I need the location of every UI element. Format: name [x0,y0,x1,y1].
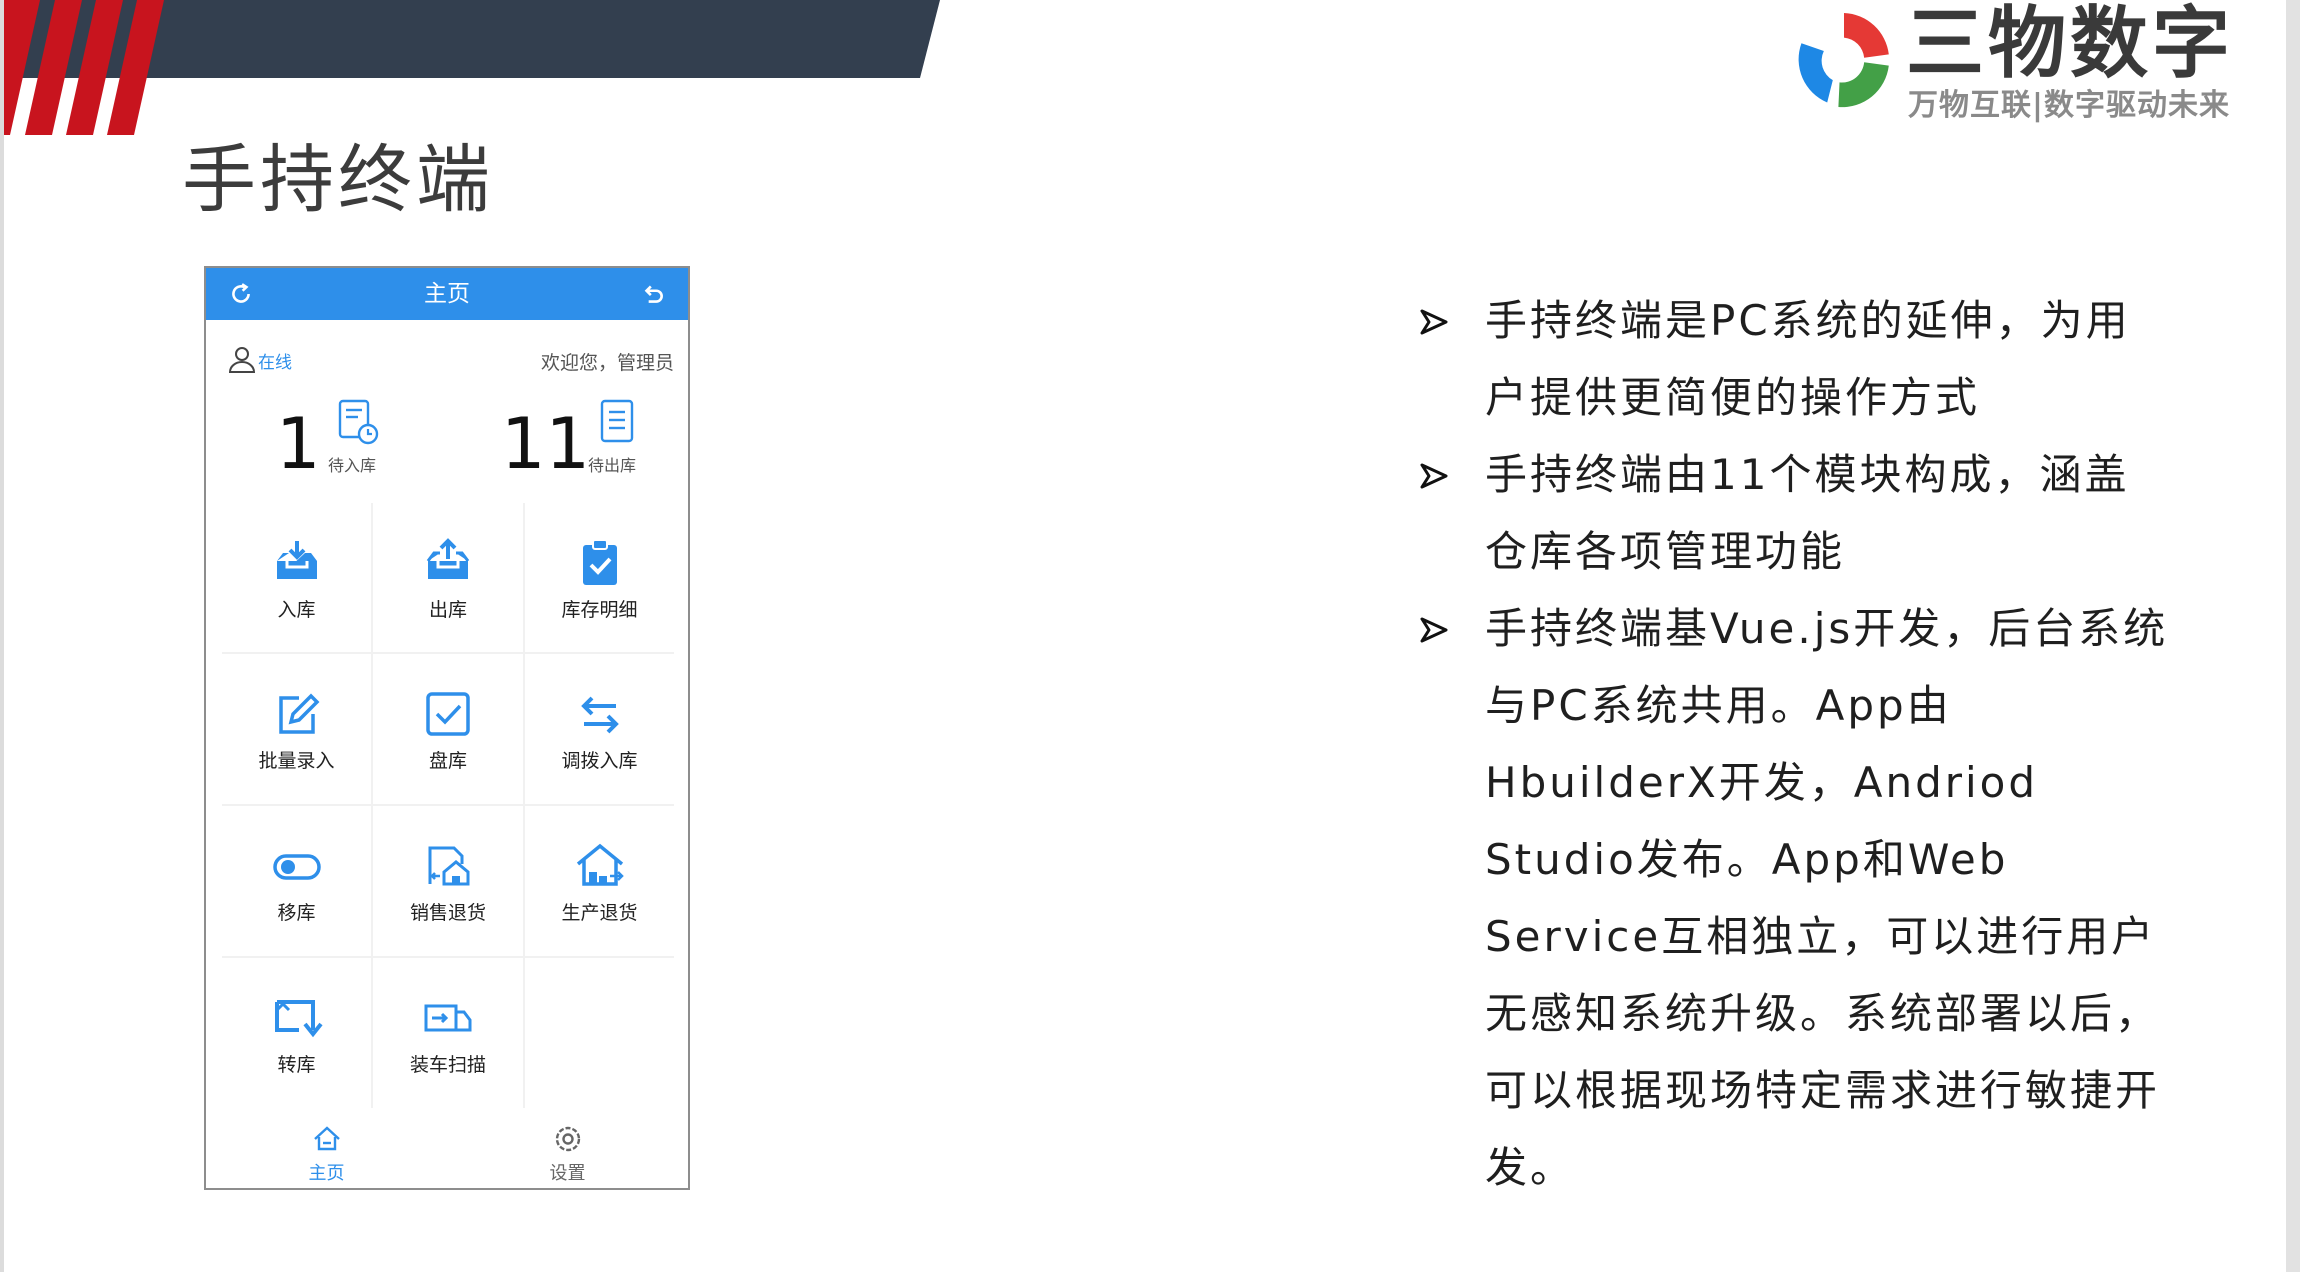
module-label: 转库 [277,1054,316,1076]
module-label: 调拨入库 [561,750,638,772]
module-warehouse-transfer[interactable]: 转库 [222,958,371,1108]
logo-swirl-icon [1798,12,1889,108]
module-label: 销售退货 [409,902,486,924]
bullet-list: 手持终端是PC系统的延伸，为用户提供更简便的操作方式 手持终端由11个模块构成，… [1410,282,2170,1206]
edit-icon [278,693,319,734]
checkbox-icon [426,692,470,736]
module-production-return[interactable]: 生产退货 [525,806,674,956]
bullet-text: 手持终端基Vue.js开发，后台系统与PC系统共用。App由HbuilderX开… [1485,604,2169,1192]
module-transfer-inbound[interactable]: 调拨入库 [525,654,674,804]
module-label: 生产退货 [561,902,638,924]
phone-header-title: 主页 [424,281,470,307]
clipboard-check-icon [582,539,617,585]
phone-header: 主页 [206,268,688,320]
top-banner [0,0,940,135]
outbound-doc-icon [600,399,634,443]
online-status: 在线 [258,353,292,373]
module-grid: 入库 出库 库存明细 批量录入 盘库 调拨入库 移库 销售退货 生产退货 转库 … [222,503,674,1108]
module-inbound[interactable]: 入库 [222,503,371,652]
pending-outbound-label: 待出库 [588,456,637,475]
module-label: 入库 [277,599,316,621]
production-return-icon [576,843,624,886]
module-batch-entry[interactable]: 批量录入 [222,654,371,804]
nav-home-label: 主页 [308,1163,345,1184]
toggle-icon [272,854,321,880]
module-label: 移库 [277,902,316,924]
bullet-item: 手持终端由11个模块构成，涵盖仓库各项管理功能 [1410,436,2170,590]
truck-scan-icon [424,1004,472,1032]
slide-left-edge [0,0,4,1272]
window-right-edge [2286,0,2300,1272]
module-sales-return[interactable]: 销售退货 [373,806,523,956]
bullet-text: 手持终端是PC系统的延伸，为用户提供更简便的操作方式 [1485,296,2131,422]
settings-icon [555,1126,580,1152]
inbox-out-icon [426,538,470,579]
home-icon [313,1126,340,1151]
nav-home[interactable]: 主页 [206,1113,447,1188]
user-icon [228,347,256,373]
empty-tile [525,958,674,1108]
module-outbound[interactable]: 出库 [373,503,523,652]
bullet-text: 手持终端由11个模块构成，涵盖仓库各项管理功能 [1485,450,2130,576]
transfer-arrows-icon [580,696,619,734]
company-logo: 三物数字 万物互联|数字驱动未来 [1788,0,2278,125]
sales-return-icon [428,846,470,886]
bullet-item: 手持终端是PC系统的延伸，为用户提供更简便的操作方式 [1410,282,2170,436]
module-label: 盘库 [428,750,467,772]
back-icon[interactable] [640,281,666,307]
nav-settings-label: 设置 [549,1163,586,1184]
inbound-doc-icon [338,399,379,445]
inbox-in-icon [276,541,317,579]
arrowhead-bullet-icon [1420,617,1448,643]
phone-footer-nav: 主页 设置 [206,1113,688,1188]
arrowhead-bullet-icon [1420,463,1448,489]
module-inventory-detail[interactable]: 库存明细 [525,503,674,652]
arrowhead-bullet-icon [1420,309,1448,335]
page-title: 手持终端 [182,137,494,223]
bullet-item: 手持终端基Vue.js开发，后台系统与PC系统共用。App由HbuilderX开… [1410,590,2170,1206]
logo-slogan: 万物互联|数字驱动未来 [1908,88,2230,123]
module-label: 批量录入 [258,750,335,772]
module-label: 库存明细 [561,599,638,621]
logo-name: 三物数字 [1906,0,2235,89]
pending-inbound-label: 待入库 [328,456,377,475]
module-move-stock[interactable]: 移库 [222,806,371,956]
transfer-warehouse-icon [274,1000,323,1038]
module-label: 装车扫描 [409,1054,486,1076]
phone-screenshot: 主页 在线 欢迎您，管理员 1 待入库 11 待出库 入库 出库 库存明细 批量… [204,266,690,1190]
pending-outbound-count: 11 [501,403,591,485]
pending-inbound-count: 1 [276,403,321,485]
module-loading-scan[interactable]: 装车扫描 [373,958,523,1108]
nav-settings[interactable]: 设置 [447,1113,688,1188]
module-stocktake[interactable]: 盘库 [373,654,523,804]
slide: 三物数字 万物互联|数字驱动未来 手持终端 主页 在线 欢迎您，管理员 1 待入… [0,0,2286,1272]
module-label: 出库 [428,599,467,621]
welcome-text: 欢迎您，管理员 [540,352,674,374]
